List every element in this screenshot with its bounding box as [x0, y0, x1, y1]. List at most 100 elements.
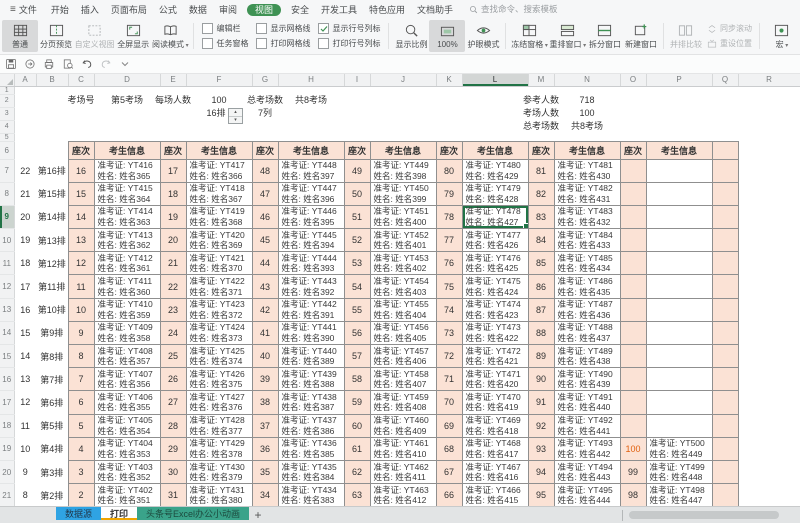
student-info-cell[interactable]: 准考证: YT467姓名: 姓名416 [462, 460, 528, 483]
redo-icon[interactable] [100, 58, 112, 70]
empty-cells[interactable] [14, 86, 800, 94]
checkbox-编辑栏[interactable]: 编辑栏 [202, 23, 248, 34]
info-header[interactable]: 考生信息 [370, 141, 436, 159]
menu-tab-特色应用[interactable]: 特色应用 [369, 5, 405, 15]
student-info-cell-empty[interactable] [646, 321, 712, 344]
student-info-cell[interactable]: 准考证: YT483姓名: 姓名432 [554, 205, 620, 228]
row-index-cell[interactable]: 15 [14, 321, 36, 344]
row-label-cell[interactable]: 第2排 [36, 484, 68, 506]
column-header-R[interactable]: R [738, 74, 800, 86]
student-info-cell[interactable]: 准考证: YT459姓名: 姓名408 [370, 391, 436, 414]
student-info-cell[interactable]: 准考证: YT417姓名: 姓名366 [186, 159, 252, 182]
row-index-cell[interactable]: 21 [14, 182, 36, 205]
student-info-cell-empty[interactable] [646, 205, 712, 228]
extra-seat-cell[interactable] [712, 205, 738, 228]
seat-cell[interactable]: 88 [528, 321, 554, 344]
student-info-cell-empty[interactable] [646, 252, 712, 275]
ribbon-button-new-window[interactable]: 新建窗口 [623, 20, 659, 52]
student-info-cell[interactable]: 准考证: YT411姓名: 姓名360 [94, 275, 160, 298]
horizontal-scrollbar[interactable] [629, 511, 794, 519]
student-info-cell[interactable]: 准考证: YT498姓名: 姓名447 [646, 484, 712, 506]
column-header-E[interactable]: E [160, 74, 186, 86]
student-info-cell[interactable]: 准考证: YT403姓名: 姓名352 [94, 460, 160, 483]
seat-cell[interactable] [620, 368, 646, 391]
student-info-cell[interactable]: 准考证: YT448姓名: 姓名397 [278, 159, 344, 182]
student-info-cell[interactable]: 准考证: YT425姓名: 姓名374 [186, 345, 252, 368]
seat-cell[interactable]: 11 [68, 275, 94, 298]
student-info-cell[interactable]: 准考证: YT473姓名: 姓名422 [462, 321, 528, 344]
student-info-cell[interactable]: 准考证: YT439姓名: 姓名388 [278, 368, 344, 391]
row-index-cell[interactable]: 19 [14, 229, 36, 252]
extra-seat-cell[interactable] [712, 484, 738, 506]
row-header-5[interactable]: 5 [0, 133, 14, 141]
seat-cell[interactable]: 31 [160, 484, 186, 506]
row-header-16[interactable]: 16 [0, 368, 14, 391]
seat-cell[interactable]: 68 [436, 437, 462, 460]
student-info-cell[interactable]: 准考证: YT474姓名: 姓名423 [462, 298, 528, 321]
seat-cell[interactable]: 2 [68, 484, 94, 506]
student-info-cell[interactable]: 准考证: YT446姓名: 姓名395 [278, 205, 344, 228]
menu-tab-页面布局[interactable]: 页面布局 [111, 5, 147, 15]
row-index-cell[interactable]: 18 [14, 252, 36, 275]
student-info-cell[interactable]: 准考证: YT415姓名: 姓名364 [94, 182, 160, 205]
seat-cell[interactable]: 14 [68, 205, 94, 228]
seat-cell[interactable]: 70 [436, 391, 462, 414]
row-label-cell[interactable]: 第13排 [36, 229, 68, 252]
seat-cell[interactable]: 5 [68, 414, 94, 437]
seat-cell[interactable]: 25 [160, 345, 186, 368]
student-info-cell[interactable]: 准考证: YT434姓名: 姓名383 [278, 484, 344, 506]
customize-caret-icon[interactable] [119, 58, 131, 70]
seat-cell[interactable]: 58 [344, 368, 370, 391]
seat-cell[interactable] [620, 298, 646, 321]
column-header-O[interactable]: O [620, 74, 646, 86]
student-info-cell[interactable]: 准考证: YT475姓名: 姓名424 [462, 275, 528, 298]
empty-cell[interactable] [738, 205, 800, 228]
info-header[interactable]: 考生信息 [186, 141, 252, 159]
row-header-21[interactable]: 21 [0, 484, 14, 506]
unchecked-checkbox-icon[interactable] [256, 23, 267, 34]
empty-cells[interactable] [14, 94, 800, 107]
extra-seat-cell[interactable] [712, 414, 738, 437]
extra-seat-cell[interactable] [712, 460, 738, 483]
ribbon-button-zoom-100[interactable]: 100% [429, 20, 465, 52]
seat-cell[interactable]: 91 [528, 391, 554, 414]
seat-cell[interactable]: 7 [68, 368, 94, 391]
seat-cell[interactable]: 63 [344, 484, 370, 506]
seat-cell[interactable]: 39 [252, 368, 278, 391]
row-header-17[interactable]: 17 [0, 391, 14, 414]
row-label-cell[interactable]: 第10排 [36, 298, 68, 321]
row-index-cell[interactable]: 13 [14, 368, 36, 391]
column-header-M[interactable]: M [528, 74, 554, 86]
seat-cell[interactable]: 77 [436, 229, 462, 252]
seat-cell[interactable]: 81 [528, 159, 554, 182]
extra-seat-cell[interactable] [712, 252, 738, 275]
sheet-tab-头条号Excel办公小动画[interactable]: 头条号Excel办公小动画 [137, 507, 249, 520]
seat-cell[interactable]: 61 [344, 437, 370, 460]
student-info-cell[interactable]: 准考证: YT416姓名: 姓名365 [94, 159, 160, 182]
seat-cell[interactable]: 67 [436, 460, 462, 483]
seat-header[interactable]: 座次 [252, 141, 278, 159]
student-info-cell[interactable]: 准考证: YT438姓名: 姓名387 [278, 391, 344, 414]
seat-cell[interactable]: 12 [68, 252, 94, 275]
student-info-cell-empty[interactable] [646, 298, 712, 321]
student-info-cell[interactable]: 准考证: YT436姓名: 姓名385 [278, 437, 344, 460]
student-info-cell[interactable]: 准考证: YT485姓名: 姓名434 [554, 252, 620, 275]
column-header-J[interactable]: J [370, 74, 436, 86]
student-info-cell-empty[interactable] [646, 368, 712, 391]
empty-cell[interactable] [738, 368, 800, 391]
seat-cell[interactable]: 59 [344, 391, 370, 414]
row-index-cell[interactable]: 12 [14, 391, 36, 414]
row-header-14[interactable]: 14 [0, 321, 14, 344]
row-header-8[interactable]: 8 [0, 182, 14, 205]
student-info-cell[interactable]: 准考证: YT456姓名: 姓名405 [370, 321, 436, 344]
student-info-cell-empty[interactable] [646, 275, 712, 298]
row-header-18[interactable]: 18 [0, 414, 14, 437]
extra-seat-cell[interactable] [712, 321, 738, 344]
student-info-cell[interactable]: 准考证: YT405姓名: 姓名354 [94, 414, 160, 437]
student-info-cell[interactable]: 准考证: YT413姓名: 姓名362 [94, 229, 160, 252]
student-info-cell[interactable]: 准考证: YT450姓名: 姓名399 [370, 182, 436, 205]
row-header-2[interactable]: 2 [0, 94, 14, 107]
ribbon-button-freeze-panes[interactable]: 冻结窗格 ▾ [510, 20, 548, 52]
column-header-G[interactable]: G [252, 74, 278, 86]
student-info-cell[interactable]: 准考证: YT490姓名: 姓名439 [554, 368, 620, 391]
